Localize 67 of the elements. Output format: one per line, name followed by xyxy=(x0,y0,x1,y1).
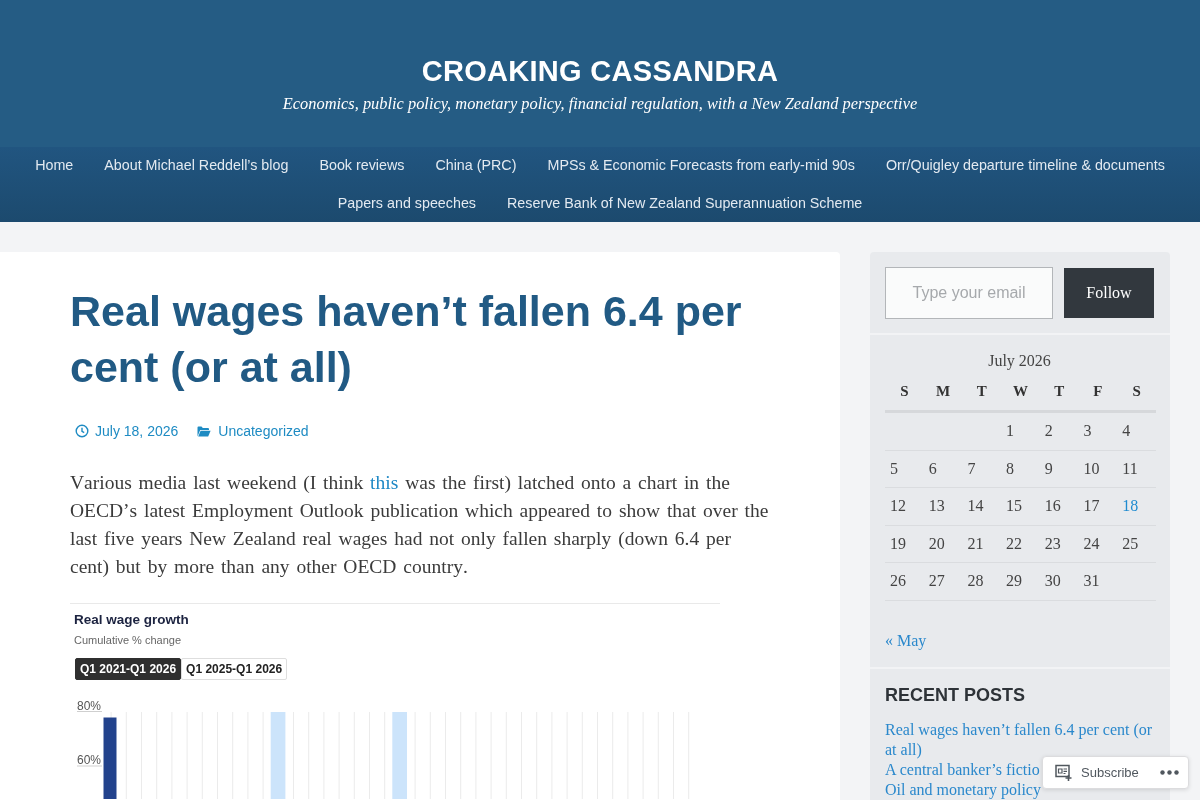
nav-link[interactable]: Papers and speeches xyxy=(322,184,492,222)
calendar-day: 20 xyxy=(928,534,945,552)
date-link[interactable]: July 18, 2026 xyxy=(95,421,179,441)
calendar-day: 9 xyxy=(1044,459,1053,477)
calendar-day: 11 xyxy=(1122,459,1138,477)
nav-link[interactable]: About Michael Reddell’s blog xyxy=(88,147,304,185)
weekday-label: T xyxy=(1054,382,1065,399)
clock-icon xyxy=(75,424,89,438)
subscribe-button[interactable]: Subscribe xyxy=(1043,757,1139,788)
site-title[interactable]: CROAKING CASSANDRA xyxy=(421,51,779,91)
nav-link[interactable]: China (PRC) xyxy=(419,147,532,185)
calendar-day: 26 xyxy=(890,572,906,590)
email-field[interactable]: Type your email xyxy=(885,266,1053,319)
calendar-day: 30 xyxy=(1044,572,1061,590)
calendar-day: 6 xyxy=(928,459,937,477)
calendar-day: 4 xyxy=(1122,422,1131,440)
calendar-day: 7 xyxy=(967,459,976,477)
calendar-day: 5 xyxy=(890,459,898,477)
nav-link[interactable]: Orr/Quigley departure timeline & documents xyxy=(870,147,1181,185)
weekday-label: S xyxy=(1132,382,1141,399)
weekday-label: T xyxy=(976,382,987,399)
period-tab[interactable]: Q1 2025-Q1 2026 xyxy=(181,658,288,680)
nav-link[interactable]: Reserve Bank of New Zealand Superannuation Scheme xyxy=(491,184,878,222)
category-link[interactable]: Uncategorized xyxy=(218,421,309,441)
calendar-day: 27 xyxy=(928,572,945,590)
calendar-day: 25 xyxy=(1122,534,1139,552)
calendar-day: 16 xyxy=(1044,497,1061,515)
calendar-day: 2 xyxy=(1044,422,1053,440)
calendar-day: 10 xyxy=(1083,459,1100,477)
weekday-label: W xyxy=(1012,382,1028,399)
document-add-icon xyxy=(1055,764,1072,781)
inline-link[interactable]: this xyxy=(370,472,399,493)
post-title: Real wages haven’t fallen 6.4 per cent (or at all) xyxy=(70,286,743,393)
calendar-day: 29 xyxy=(1006,572,1023,590)
calendar-day: 23 xyxy=(1044,534,1061,552)
calendar-day: 24 xyxy=(1083,534,1100,552)
period-tab[interactable]: Q1 2021-Q1 2026 xyxy=(75,658,182,680)
calendar-day: 21 xyxy=(967,534,984,552)
nav-link[interactable]: Book reviews xyxy=(303,147,420,185)
folder-icon xyxy=(197,425,212,437)
chart-title: Real wage growth xyxy=(74,611,189,629)
calendar-day: 28 xyxy=(967,572,984,590)
calendar-day: 31 xyxy=(1083,572,1100,590)
weekday-label: M xyxy=(935,382,951,399)
calendar-day: 19 xyxy=(890,534,906,552)
calendar-day: 1 xyxy=(1006,422,1015,440)
section-heading: RECENT POSTS xyxy=(885,684,1026,707)
follow-button[interactable]: Follow xyxy=(1064,267,1154,318)
calendar-day: 8 xyxy=(1006,459,1015,477)
nav-link[interactable]: MPSs & Economic Forecasts from early-mid 90s xyxy=(531,147,871,185)
axis-label: 60% xyxy=(77,753,102,767)
site-tagline: Economics, public policy, monetary policy, financial regulation, with a New Zealand perspective xyxy=(282,93,918,115)
calendar-day: 14 xyxy=(967,497,984,515)
calendar-day: 3 xyxy=(1083,422,1092,440)
post-paragraph: Various media last weekend (I think this was the first) latched onto a chart in the OECD’s latest Employment Outlook publication which appeared to show that over the last five years New Zealand real wages had not only fallen sharply (down 6.4 per cent) but by more than any other OECD country. xyxy=(70,471,770,579)
calendar-day: 22 xyxy=(1006,534,1023,552)
more-icon xyxy=(1160,770,1179,775)
calendar-day: 15 xyxy=(1006,497,1023,515)
calendar-day: 12 xyxy=(890,497,906,515)
calendar-caption: July 2026 xyxy=(988,351,1051,371)
chart-subtitle: Cumulative % change xyxy=(74,633,181,647)
weekday-label: F xyxy=(1093,382,1103,399)
calendar-day: 17 xyxy=(1083,497,1100,515)
weekday-label: S xyxy=(900,382,909,399)
axis-label: 80% xyxy=(77,698,102,713)
nav-link[interactable]: Home xyxy=(19,147,89,185)
calendar-day: 13 xyxy=(928,497,945,515)
